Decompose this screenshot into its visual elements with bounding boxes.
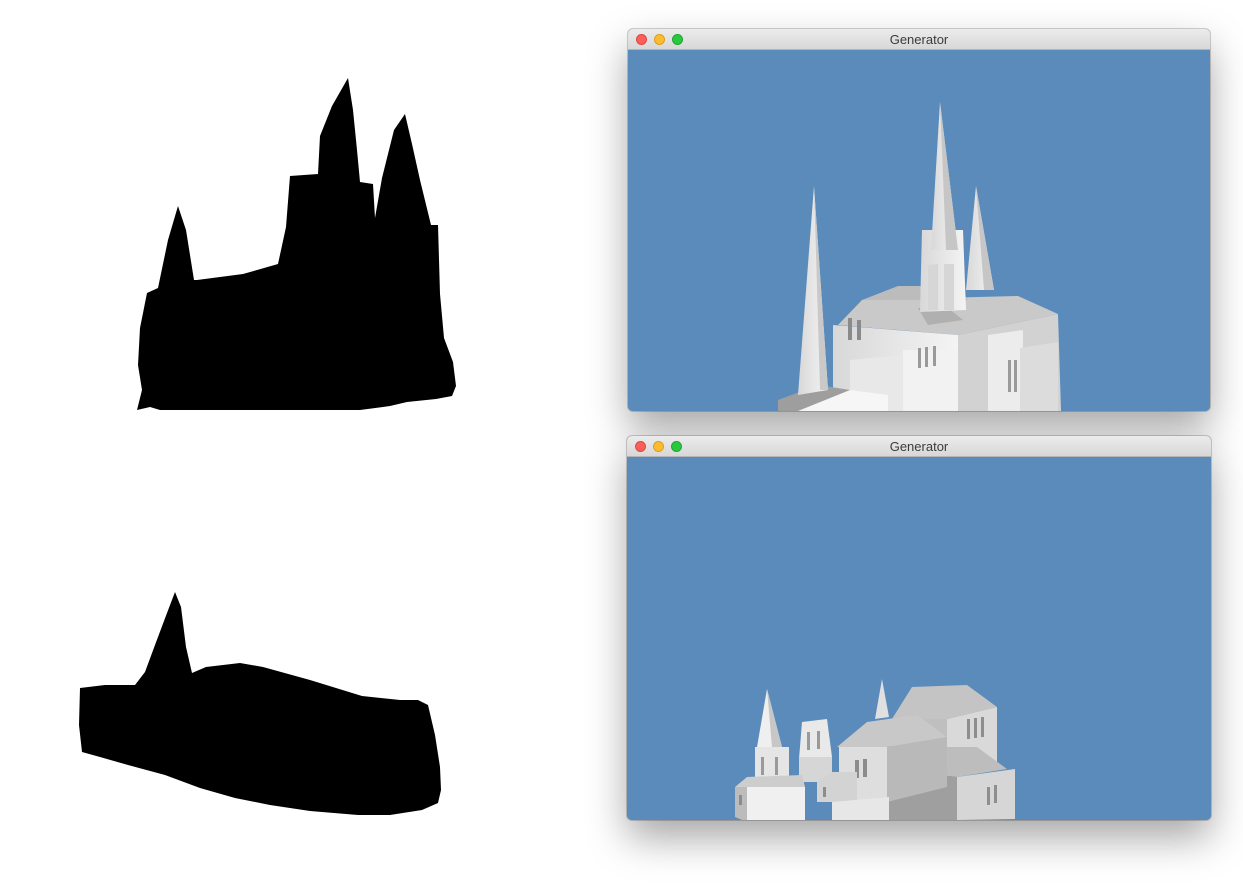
window-title: Generator — [889, 439, 949, 454]
window-titlebar[interactable]: Generator — [627, 436, 1211, 457]
castle-silhouette-sketch — [137, 78, 456, 410]
3d-viewport[interactable] — [628, 50, 1210, 411]
church-3d-render — [735, 679, 1015, 820]
generator-window-top: Generator — [628, 29, 1210, 411]
window-titlebar[interactable]: Generator — [628, 29, 1210, 50]
3d-viewport[interactable] — [627, 457, 1211, 820]
church-silhouette-sketch — [79, 592, 441, 815]
generator-window-bottom: Generator — [627, 436, 1211, 820]
cathedral-3d-render — [778, 102, 1061, 411]
window-title: Generator — [889, 32, 949, 47]
